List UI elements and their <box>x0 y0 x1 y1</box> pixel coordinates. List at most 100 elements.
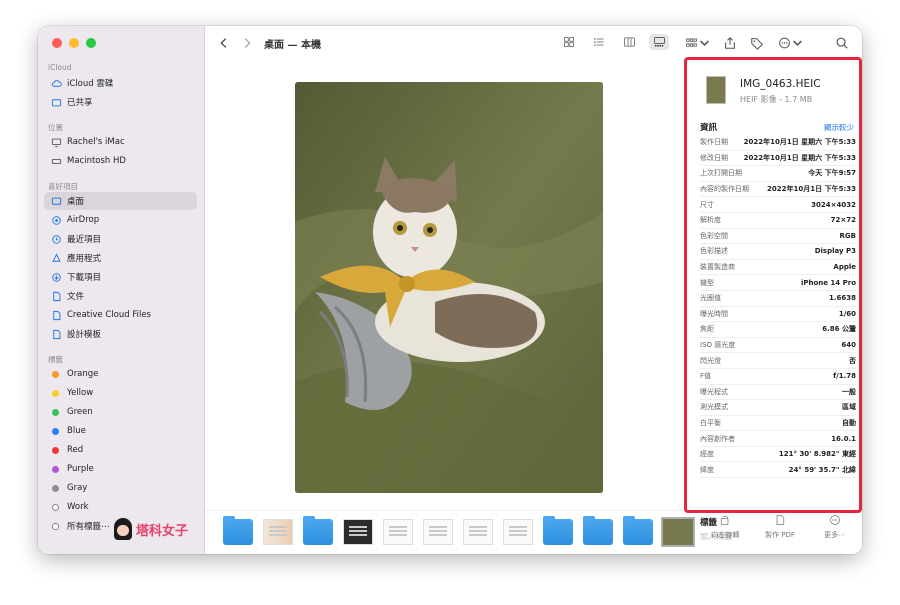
document-thumbnail[interactable] <box>503 519 533 545</box>
chevron-left-icon <box>220 38 227 48</box>
sidebar-item-downloads[interactable]: 下載項目 <box>44 268 197 286</box>
sidebar-item-recents[interactable]: 最近項目 <box>44 230 197 248</box>
sidebar-item-applications[interactable]: 應用程式 <box>44 249 197 267</box>
sidebar-item-airdrop[interactable]: AirDrop <box>44 211 197 229</box>
rotate-left-button[interactable]: 向左旋轉 <box>700 514 750 554</box>
sidebar-item-design-templates[interactable]: 設計模板 <box>44 325 197 343</box>
forward-button[interactable] <box>240 35 254 51</box>
download-icon <box>50 271 62 283</box>
sidebar-item-icloud-drive[interactable]: iCloud 雲碟 <box>44 74 197 92</box>
column-view-button[interactable] <box>619 34 639 50</box>
watermark-logo: 塔科女子 <box>114 518 188 540</box>
document-thumbnail[interactable] <box>423 519 453 545</box>
sidebar-tag-gray[interactable]: Gray <box>44 479 197 497</box>
photo-thumbnail[interactable] <box>661 517 695 547</box>
sidebar-item-shared[interactable]: 已共享 <box>44 93 197 111</box>
sidebar-tag-work[interactable]: Work <box>44 498 197 516</box>
tag-label: Purple <box>67 464 94 474</box>
metadata-key: 尺寸 <box>700 200 714 209</box>
share-button[interactable] <box>723 35 737 51</box>
cat-photo-preview[interactable] <box>295 82 603 493</box>
sidebar-item-label: 下載項目 <box>67 273 102 283</box>
orange-tag-dot-icon <box>52 370 59 378</box>
zoom-button[interactable] <box>86 38 96 48</box>
metadata-value: 24° 59' 35.7" 北緯 <box>788 465 856 474</box>
folder-thumbnail-icon[interactable] <box>543 516 573 545</box>
sidebar-item-macintosh-hd[interactable]: Macintosh HD <box>44 152 197 170</box>
create-pdf-button[interactable]: 製作 PDF <box>755 514 805 554</box>
airdrop-icon <box>50 214 62 226</box>
folder-thumbnail-icon[interactable] <box>303 516 333 545</box>
group-button[interactable] <box>685 35 711 51</box>
sidebar-item-label: Macintosh HD <box>67 156 126 166</box>
sidebar-item-creative-cloud[interactable]: Creative Cloud Files <box>44 306 197 324</box>
applications-icon <box>50 252 62 264</box>
tag-label: Blue <box>67 426 86 436</box>
metadata-row: 焦距 6.86 公釐 <box>700 322 856 338</box>
toolbar: 桌面 — 本機 <box>205 26 862 60</box>
folder-thumbnail-icon[interactable] <box>223 516 253 545</box>
sidebar-tag-orange[interactable]: Orange <box>44 365 197 383</box>
sidebar-tag-blue[interactable]: Blue <box>44 422 197 440</box>
sidebar-item-imac[interactable]: Rachel's iMac <box>44 133 197 151</box>
metadata-row: 製作日期 2022年10月1日 星期六 下午5:33 <box>700 135 856 151</box>
tag-button[interactable] <box>750 35 764 51</box>
file-type-size: HEIF 影像 - 1.7 MB <box>740 95 813 104</box>
sidebar-tag-yellow[interactable]: Yellow <box>44 384 197 402</box>
sidebar-tag-purple[interactable]: Purple <box>44 460 197 478</box>
icon-view-button[interactable] <box>559 34 579 50</box>
sidebar-tag-red[interactable]: Red <box>44 441 197 459</box>
metadata-row: 色彩描述 Display P3 <box>700 244 856 260</box>
metadata-value: 自動 <box>842 418 856 427</box>
metadata-key: 解析度 <box>700 216 721 225</box>
folder-thumbnail-icon[interactable] <box>583 516 613 545</box>
gallery-view-button[interactable] <box>649 34 669 50</box>
document-thumbnail[interactable] <box>263 519 293 545</box>
list-view-button[interactable] <box>589 34 609 50</box>
tag-label: Green <box>67 407 93 417</box>
more-circle-icon <box>779 37 790 49</box>
sidebar-item-label: 最近項目 <box>67 235 102 245</box>
metadata-row: 閃光燈 否 <box>700 353 856 369</box>
tag-label: Gray <box>67 483 88 493</box>
back-button[interactable] <box>217 35 231 51</box>
metadata-key: 裝置製造商 <box>700 263 735 272</box>
metadata-row: 色彩空間 RGB <box>700 229 856 245</box>
document-thumbnail[interactable] <box>463 519 493 545</box>
document-icon <box>50 290 62 302</box>
metadata-row: 內容的製作日期 2022年10月1日 下午5:33 <box>700 182 856 198</box>
clock-icon <box>50 233 62 245</box>
metadata-value: 72×72 <box>830 216 856 225</box>
columns-icon <box>623 37 635 47</box>
metadata-row: 裝置製造商 Apple <box>700 260 856 276</box>
document-thumbnail[interactable] <box>383 519 413 545</box>
show-less-link[interactable]: 顯示較少 <box>824 122 854 133</box>
metadata-value: 一般 <box>842 387 856 396</box>
metadata-key: 經度 <box>700 450 714 459</box>
sidebar-item-documents[interactable]: 文件 <box>44 287 197 305</box>
sidebar-tag-all[interactable]: 所有標籤⋯ <box>44 517 114 535</box>
document-thumbnail[interactable] <box>343 519 373 545</box>
metadata-value: 121° 30' 8.982" 東經 <box>778 450 856 459</box>
green-tag-dot-icon <box>52 408 59 416</box>
tag-icon <box>751 38 763 50</box>
close-button[interactable] <box>52 38 62 48</box>
metadata-value: 1.6638 <box>828 294 856 303</box>
folder-thumbnail-icon[interactable] <box>623 516 653 545</box>
file-thumbnail <box>706 76 726 104</box>
metadata-row: 解析度 72×72 <box>700 213 856 229</box>
metadata-row: 內容創作者 16.0.1 <box>700 431 856 447</box>
action-menu-button[interactable] <box>778 35 804 51</box>
action-label: 製作 PDF <box>765 531 795 539</box>
metadata-key: 閃光燈 <box>700 356 721 365</box>
sidebar-tag-green[interactable]: Green <box>44 403 197 421</box>
metadata-key: F值 <box>700 372 712 381</box>
sidebar-item-desktop[interactable]: 桌面 <box>44 192 197 210</box>
search-button[interactable] <box>835 35 849 51</box>
work-tag-dot-icon <box>52 503 59 511</box>
desktop-icon <box>50 195 62 207</box>
more-actions-button[interactable]: 更多⋯ <box>810 514 860 554</box>
minimize-button[interactable] <box>69 38 79 48</box>
sidebar-item-label: 設計模板 <box>67 330 102 340</box>
quick-actions: 向左旋轉 製作 PDF 更多⋯ <box>698 514 862 554</box>
